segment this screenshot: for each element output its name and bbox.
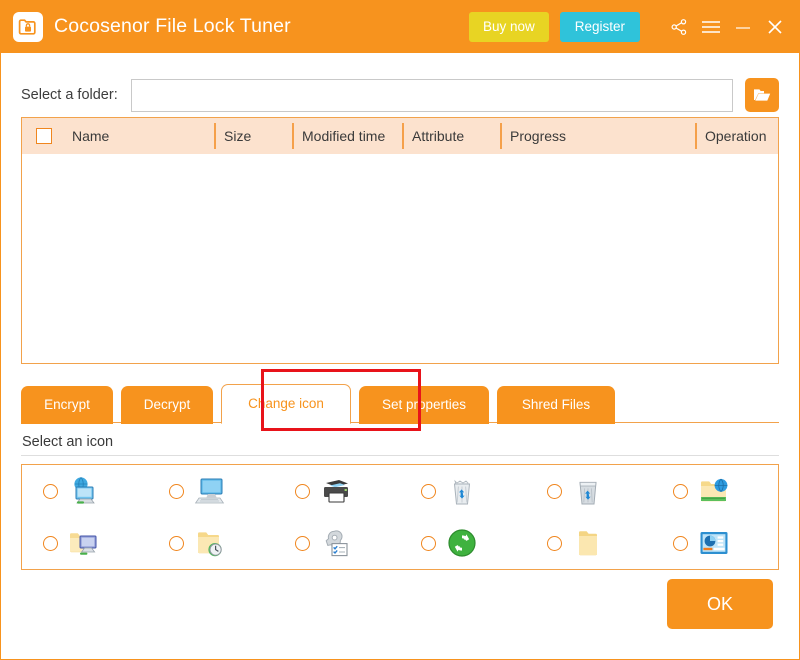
recent-folder-clock-icon <box>193 526 227 560</box>
buy-now-button[interactable]: Buy now <box>468 11 549 42</box>
web-folder-icon <box>697 474 731 508</box>
ok-button[interactable]: OK <box>667 579 773 629</box>
icon-option-presentation-chart[interactable] <box>652 517 778 569</box>
icon-option-recycle-bin-empty[interactable] <box>526 465 652 517</box>
minimize-icon[interactable] <box>732 16 754 38</box>
application-window: Cocosenor File Lock Tuner Buy now Regist… <box>0 0 800 660</box>
folder-selector-row: Select a folder: <box>21 53 779 117</box>
radio-network-computers[interactable] <box>43 483 58 499</box>
hamburger-menu-icon[interactable] <box>700 16 722 38</box>
column-header-progress[interactable]: Progress <box>500 118 695 154</box>
icon-option-printer[interactable] <box>274 465 400 517</box>
browse-folder-button[interactable] <box>745 78 779 112</box>
column-header-size[interactable]: Size <box>214 118 292 154</box>
folder-label: Select a folder: <box>21 87 118 103</box>
tab-set-properties[interactable]: Set properties <box>359 385 489 424</box>
tab-strip: Encrypt Decrypt Change icon Set properti… <box>21 369 779 431</box>
folder-lock-icon <box>13 11 43 42</box>
radio-network-folder[interactable] <box>43 535 58 551</box>
icon-option-network-computers[interactable] <box>22 465 148 517</box>
icon-option-recycle-bin-full[interactable] <box>400 465 526 517</box>
radio-scheduled-tasks[interactable] <box>295 535 310 551</box>
register-button[interactable]: Register <box>559 11 640 42</box>
radio-plain-folder[interactable] <box>547 535 562 551</box>
icon-option-network-folder[interactable] <box>22 517 148 569</box>
close-icon[interactable] <box>764 16 786 38</box>
icon-option-plain-folder[interactable] <box>526 517 652 569</box>
file-list-rows[interactable] <box>22 154 778 363</box>
column-header-attribute[interactable]: Attribute <box>402 118 500 154</box>
printer-icon <box>319 474 353 508</box>
radio-recycle-bin-empty[interactable] <box>547 483 562 499</box>
tab-decrypt[interactable]: Decrypt <box>121 385 213 424</box>
window-title: Cocosenor File Lock Tuner <box>54 15 291 37</box>
presentation-chart-icon <box>697 526 731 560</box>
select-all-checkbox[interactable] <box>36 128 52 144</box>
folder-path-input[interactable] <box>130 78 733 112</box>
section-divider <box>21 455 779 456</box>
radio-recent-folder-clock[interactable] <box>169 535 184 551</box>
column-header-modified-time[interactable]: Modified time <box>292 118 402 154</box>
radio-recycle-bin-full[interactable] <box>421 483 436 499</box>
column-header-name[interactable]: Name <box>62 118 214 154</box>
tab-shred-files[interactable]: Shred Files <box>497 385 615 424</box>
icon-option-computer-monitor[interactable] <box>148 465 274 517</box>
recycle-bin-full-icon <box>445 474 479 508</box>
title-bar: Cocosenor File Lock Tuner Buy now Regist… <box>0 0 800 53</box>
icon-option-scheduled-tasks[interactable] <box>274 517 400 569</box>
radio-printer[interactable] <box>295 483 310 499</box>
tab-encrypt[interactable]: Encrypt <box>21 385 113 424</box>
radio-computer-monitor[interactable] <box>169 483 184 499</box>
tab-change-icon[interactable]: Change icon <box>221 383 351 424</box>
open-folder-icon <box>754 89 771 101</box>
share-icon[interactable] <box>668 16 690 38</box>
file-list-header: Name Size Modified time Attribute Progre… <box>22 118 778 154</box>
scheduled-tasks-icon <box>319 526 353 560</box>
icon-option-sync-refresh[interactable] <box>400 517 526 569</box>
select-icon-label: Select an icon <box>22 434 114 450</box>
radio-web-folder[interactable] <box>673 483 688 499</box>
footer-bar: OK <box>21 570 779 638</box>
file-list-panel: Name Size Modified time Attribute Progre… <box>21 117 779 364</box>
column-header-operation[interactable]: Operation <box>695 118 778 154</box>
network-computers-icon <box>67 474 101 508</box>
sync-refresh-icon <box>445 526 479 560</box>
plain-folder-icon <box>571 526 605 560</box>
computer-monitor-icon <box>193 474 227 508</box>
radio-presentation-chart[interactable] <box>673 535 688 551</box>
window-body: Select a folder: Name Size Modified time… <box>0 53 800 660</box>
recycle-bin-empty-icon <box>571 474 605 508</box>
icon-option-recent-folder-clock[interactable] <box>148 517 274 569</box>
icon-chooser-grid <box>21 464 779 570</box>
icon-option-web-folder[interactable] <box>652 465 778 517</box>
radio-sync-refresh[interactable] <box>421 535 436 551</box>
network-folder-icon <box>67 526 101 560</box>
